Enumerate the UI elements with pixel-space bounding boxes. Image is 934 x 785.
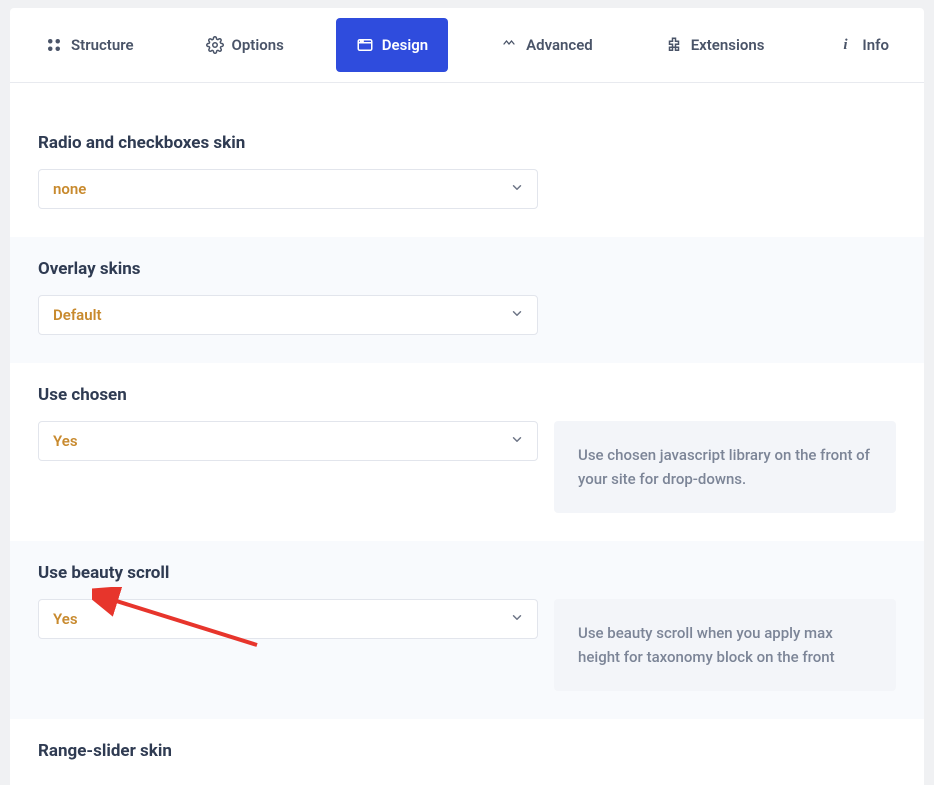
section-range-slider: Range-slider skin (10, 719, 924, 785)
section-use-chosen: Use chosen Yes Use chosen javascript lib… (10, 363, 924, 541)
section-radio-skin: Radio and checkboxes skin none (10, 111, 924, 237)
extensions-icon (665, 36, 683, 54)
section-title: Radio and checkboxes skin (38, 133, 896, 153)
structure-icon (45, 36, 63, 54)
use-chosen-select-wrap: Yes (38, 421, 538, 461)
tab-info[interactable]: i Info (816, 18, 909, 72)
select-value: Yes (53, 610, 78, 628)
section-overlay-skins: Overlay skins Default (10, 237, 924, 363)
tab-options[interactable]: Options (186, 18, 304, 72)
tab-structure[interactable]: Structure (25, 18, 154, 72)
advanced-icon (500, 36, 518, 54)
tab-label: Structure (71, 36, 134, 54)
design-icon (356, 36, 374, 54)
beauty-scroll-select[interactable]: Yes (38, 599, 538, 639)
tab-label: Advanced (526, 36, 593, 54)
design-content: Radio and checkboxes skin none Overlay s… (10, 83, 924, 785)
tab-label: Info (862, 36, 889, 54)
radio-skin-select-wrap: none (38, 169, 538, 209)
radio-skin-select[interactable]: none (38, 169, 538, 209)
select-value: none (53, 180, 86, 198)
tab-label: Extensions (691, 36, 765, 54)
select-value: Yes (53, 432, 78, 450)
tab-extensions[interactable]: Extensions (645, 18, 785, 72)
tab-label: Options (232, 36, 284, 54)
tab-label: Design (382, 36, 428, 54)
section-beauty-scroll: Use beauty scroll Yes Use beauty scroll … (10, 541, 924, 719)
overlay-skins-select-wrap: Default (38, 295, 538, 335)
beauty-scroll-select-wrap: Yes (38, 599, 538, 639)
info-icon: i (836, 36, 854, 54)
gear-icon (206, 36, 224, 54)
overlay-skins-select[interactable]: Default (38, 295, 538, 335)
section-title: Use chosen (38, 385, 896, 405)
section-title: Use beauty scroll (38, 563, 896, 583)
tab-design[interactable]: Design (336, 18, 448, 72)
tab-bar: Structure Options Design Advanced Extens… (10, 8, 924, 83)
settings-panel: Structure Options Design Advanced Extens… (10, 8, 924, 785)
section-title: Range-slider skin (38, 741, 896, 761)
beauty-scroll-hint: Use beauty scroll when you apply max hei… (554, 599, 896, 691)
select-value: Default (53, 306, 102, 324)
use-chosen-select[interactable]: Yes (38, 421, 538, 461)
tab-advanced[interactable]: Advanced (480, 18, 613, 72)
use-chosen-hint: Use chosen javascript library on the fro… (554, 421, 896, 513)
section-title: Overlay skins (38, 259, 896, 279)
